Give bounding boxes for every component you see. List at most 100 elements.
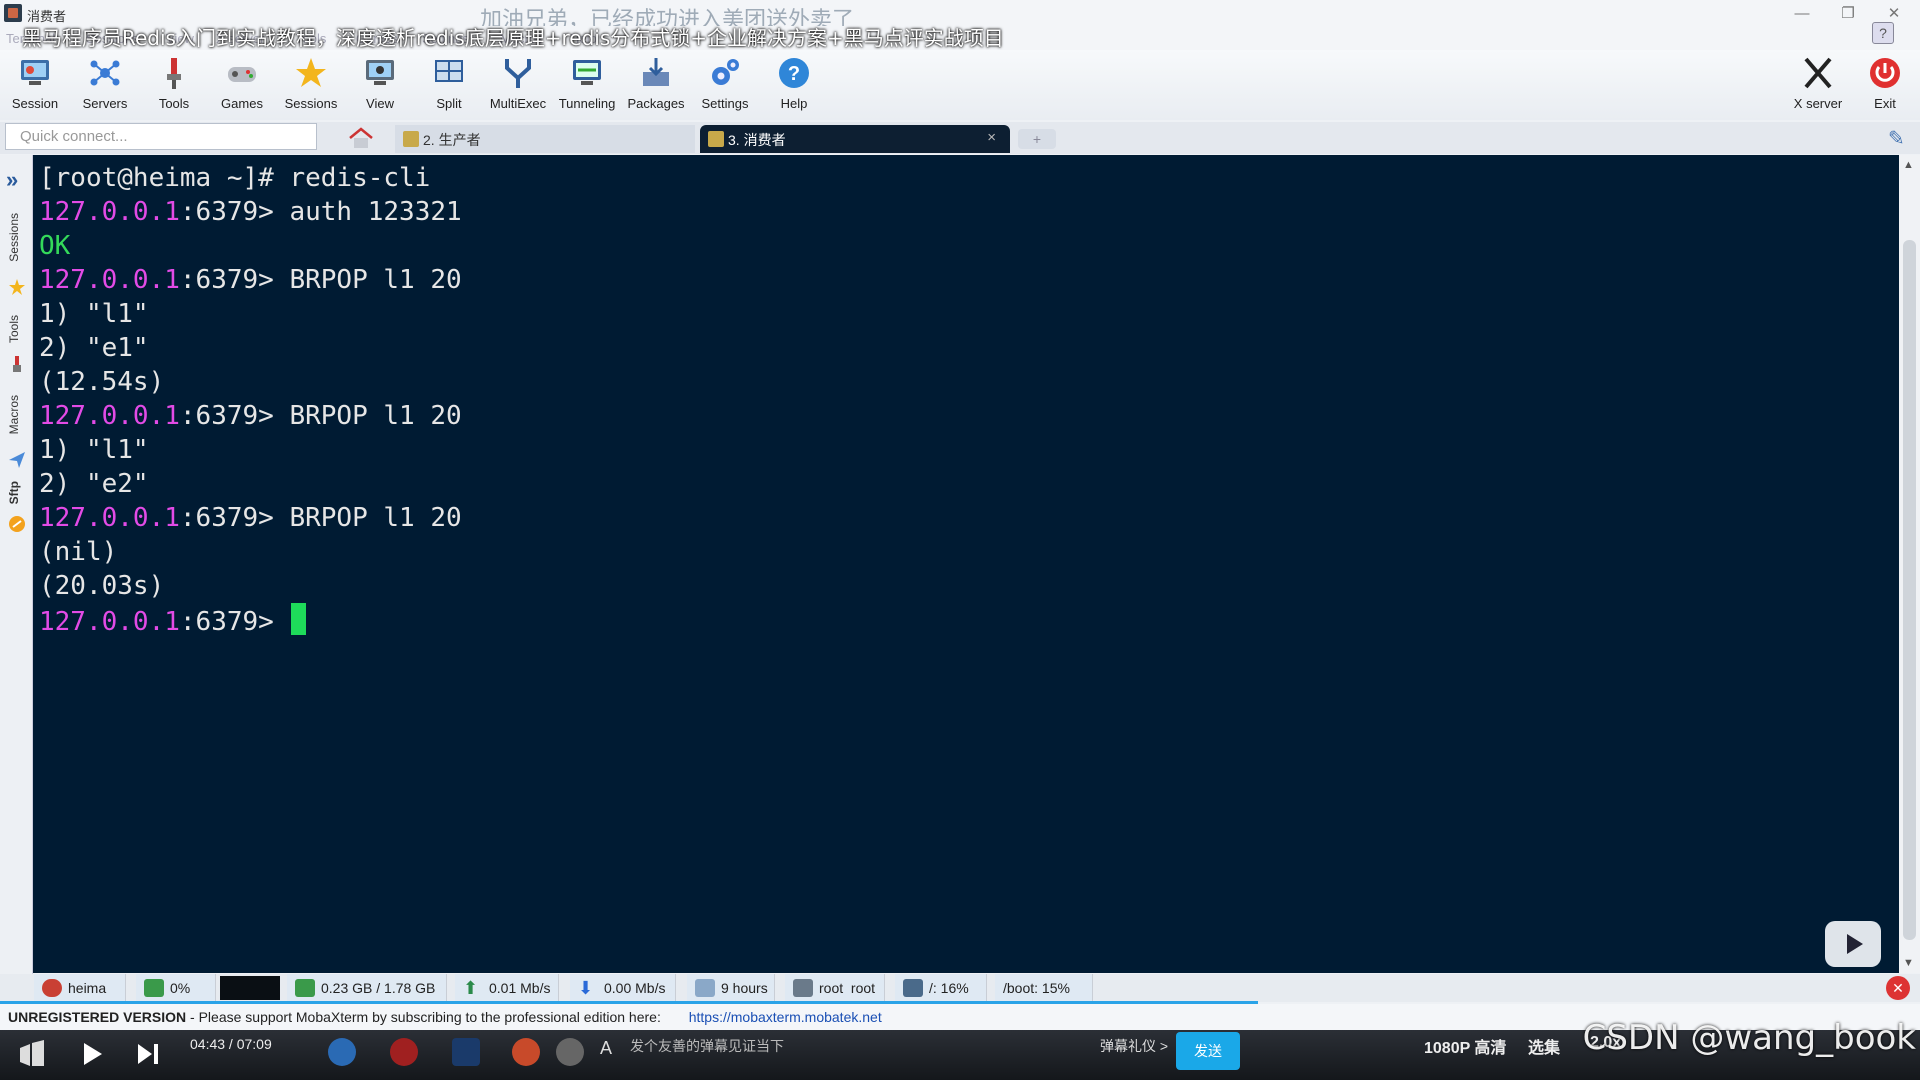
tab-row: Quick connect... 2. 生产者 3. 消费者 × + ✎ xyxy=(0,122,1920,154)
memory-icon xyxy=(295,979,315,997)
sidebar-tools[interactable]: Tools xyxy=(7,315,21,343)
paperclip-icon[interactable]: ✎ xyxy=(1888,126,1912,150)
danmaku-etiquette-link[interactable]: 弹幕礼仪 > xyxy=(1100,1036,1168,1056)
line-text: OK xyxy=(39,231,71,261)
multiexec-button[interactable]: MultiExec xyxy=(485,56,551,118)
episodes-button[interactable]: 选集 xyxy=(1528,1034,1560,1058)
uptime-icon xyxy=(695,979,715,997)
minimize-button[interactable]: — xyxy=(1780,2,1824,26)
status-download: ⬇ 0.00 Mb/s xyxy=(570,974,676,1002)
session-button[interactable]: Session xyxy=(2,56,68,118)
help-icon: ? xyxy=(779,58,809,88)
user-icon xyxy=(793,979,813,997)
close-status-icon[interactable]: ✕ xyxy=(1886,976,1910,1000)
video-title-overlay: 黑马程序员Redis入门到实战教程，深度透析redis底层原理+redis分布式… xyxy=(22,26,1004,50)
terminal-scrollbar[interactable]: ▲ ▼ xyxy=(1899,155,1920,973)
upload-arrow-icon: ⬆ xyxy=(463,978,479,998)
bilibili-play-icon[interactable] xyxy=(1825,921,1881,967)
line-text: 1) "l1" xyxy=(39,435,149,465)
cpu-icon xyxy=(144,979,164,997)
windows-start-icon[interactable] xyxy=(18,1040,46,1068)
prompt-ip: 127.0.0.1 xyxy=(39,401,180,431)
line-text: BRPOP l1 20 xyxy=(289,401,462,431)
scroll-thumb[interactable] xyxy=(1903,240,1916,940)
next-icon[interactable] xyxy=(134,1040,162,1068)
close-tab-icon[interactable]: × xyxy=(987,129,996,146)
status-bar: heima 0% 0.23 GB / 1.78 GB ⬆ 0.01 Mb/s ⬇… xyxy=(0,974,1920,1002)
sidebar-sessions[interactable]: Sessions xyxy=(7,213,21,262)
csdn-watermark: CSDN @wang_book xyxy=(1582,1018,1916,1058)
taskbar-redis-icon[interactable] xyxy=(390,1038,418,1066)
packages-button[interactable]: Packages xyxy=(623,56,689,118)
play-icon[interactable] xyxy=(78,1040,106,1068)
scroll-up-icon[interactable]: ▲ xyxy=(1903,159,1914,171)
view-button[interactable]: View xyxy=(347,56,413,118)
tab-producer-label: 2. 生产者 xyxy=(423,132,481,148)
servers-button[interactable]: Servers xyxy=(72,56,138,118)
status-users: root root xyxy=(785,974,885,1002)
xserver-icon xyxy=(1804,57,1832,89)
taskbar-app-icon[interactable] xyxy=(328,1038,356,1066)
prompt-ip: 127.0.0.1 xyxy=(39,265,180,295)
tools-button[interactable]: Tools xyxy=(141,56,207,118)
main-toolbar: Session Servers Tools Games Sessions Vie… xyxy=(0,50,1920,120)
disk-icon xyxy=(903,979,923,997)
download-arrow-icon: ⬇ xyxy=(578,978,594,998)
taskbar-idea-icon[interactable] xyxy=(452,1038,480,1066)
terminal-line: 127.0.0.1:6379> xyxy=(39,603,1899,637)
expand-sidebar-icon[interactable]: » xyxy=(6,167,18,193)
terminal-panel[interactable]: [root@heima ~]# redis-cli 127.0.0.1:6379>… xyxy=(33,155,1899,973)
quality-selector[interactable]: 1080P 高清 xyxy=(1424,1034,1506,1058)
send-danmaku-button[interactable]: 发送 xyxy=(1176,1032,1240,1070)
danmaku-settings-icon[interactable] xyxy=(556,1038,584,1066)
packages-icon xyxy=(643,58,669,86)
ssh-session-icon xyxy=(403,131,419,147)
servers-icon xyxy=(90,60,120,86)
sidebar-sftp[interactable]: Sftp xyxy=(7,481,21,504)
exit-button[interactable]: Exit xyxy=(1852,56,1918,118)
terminal-cursor xyxy=(291,603,307,635)
games-button[interactable]: Games xyxy=(209,56,275,118)
new-tab-button[interactable]: + xyxy=(1018,129,1056,149)
status-upload: ⬆ 0.01 Mb/s xyxy=(455,974,559,1002)
mobaxterm-logo-icon xyxy=(4,4,22,22)
line-text: BRPOP l1 20 xyxy=(289,265,462,295)
tab-consumer[interactable]: 3. 消费者 × xyxy=(700,125,1010,153)
help-question-icon[interactable]: ? xyxy=(1872,22,1894,44)
terminal-line: 127.0.0.1:6379> BRPOP l1 20 xyxy=(39,501,1899,535)
tunneling-button[interactable]: Tunneling xyxy=(554,56,620,118)
danmaku-toggle-icon[interactable] xyxy=(512,1038,540,1066)
text-style-icon[interactable]: A xyxy=(600,1038,628,1066)
home-tab-icon[interactable] xyxy=(342,125,380,151)
quick-connect-input[interactable]: Quick connect... xyxy=(5,123,317,150)
terminal-line: 127.0.0.1:6379> auth 123321 xyxy=(39,195,1899,229)
status-memory: 0.23 GB / 1.78 GB xyxy=(287,974,447,1002)
split-button[interactable]: Split xyxy=(416,56,482,118)
prompt-ip: 127.0.0.1 xyxy=(39,197,180,227)
status-disk-root: /: 16% xyxy=(895,974,987,1002)
view-icon xyxy=(366,60,394,85)
prompt-port: :6379> xyxy=(179,607,290,637)
svg-text:?: ? xyxy=(788,63,800,85)
sessions-button[interactable]: Sessions xyxy=(278,56,344,118)
terminal-line: 127.0.0.1:6379> BRPOP l1 20 xyxy=(39,399,1899,433)
sidebar-macros[interactable]: Macros xyxy=(7,395,21,434)
restore-button[interactable]: ❐ xyxy=(1826,2,1870,26)
line-text: (nil) xyxy=(39,537,118,567)
danmaku-input[interactable]: 发个友善的弹幕见证当下 xyxy=(630,1036,784,1056)
line-text: 2) "e2" xyxy=(39,469,149,499)
unregistered-label: UNREGISTERED VERSION xyxy=(8,1009,187,1025)
tab-producer[interactable]: 2. 生产者 xyxy=(395,125,695,153)
terminal-line: OK xyxy=(39,229,1899,263)
terminal-line: 1) "l1" xyxy=(39,433,1899,467)
prompt-ip: 127.0.0.1 xyxy=(39,503,180,533)
mobatek-link[interactable]: https://mobaxterm.mobatek.net xyxy=(689,1009,882,1025)
line-text: (20.03s) xyxy=(39,571,165,601)
help-button[interactable]: ? Help xyxy=(761,56,827,118)
scroll-down-icon[interactable]: ▼ xyxy=(1903,957,1914,969)
line-text: (12.54s) xyxy=(39,367,165,397)
sftp-icon xyxy=(9,516,25,532)
xserver-button[interactable]: X server xyxy=(1782,56,1854,118)
settings-button[interactable]: Settings xyxy=(692,56,758,118)
terminal-line: 1) "l1" xyxy=(39,297,1899,331)
